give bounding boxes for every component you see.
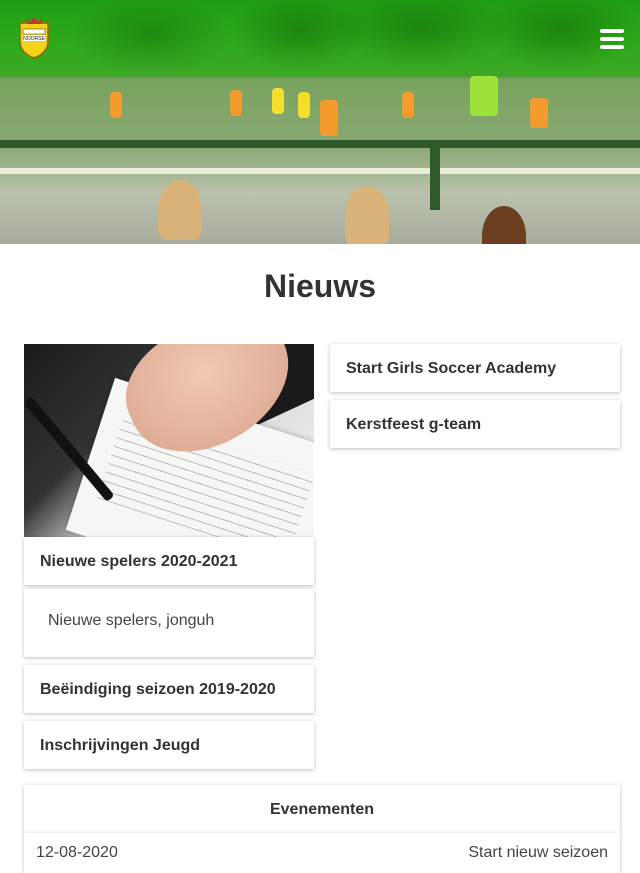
news-title[interactable]: Start Girls Soccer Academy — [346, 360, 556, 378]
news-card-girls-soccer-academy[interactable]: Start Girls Soccer Academy — [330, 344, 620, 392]
news-card-nieuwe-spelers[interactable]: Nieuwe spelers 2020-2021 — [24, 537, 314, 585]
hero-banner: NOORSE — [0, 0, 640, 244]
news-card-inschrijvingen-jeugd[interactable]: Inschrijvingen Jeugd — [24, 721, 314, 769]
player — [530, 98, 548, 128]
hero-fence — [0, 140, 640, 148]
news-excerpt: Nieuwe spelers, jonguh — [48, 612, 215, 629]
hero-trees — [0, 0, 640, 80]
news-title[interactable]: Inschrijvingen Jeugd — [40, 737, 200, 755]
news-title[interactable]: Beëindiging seizoen 2019-2020 — [40, 681, 276, 699]
page-title: Nieuws — [263, 268, 377, 304]
player — [110, 92, 122, 118]
events-title: Evenementen — [269, 801, 375, 818]
news-title[interactable]: Kerstfeest g-team — [346, 416, 481, 434]
events-panel-header: Evenementen — [24, 785, 620, 833]
hamburger-menu-icon[interactable] — [600, 29, 624, 51]
player — [230, 90, 242, 116]
news-card-beeindiging-seizoen[interactable]: Beëindiging seizoen 2019-2020 — [24, 665, 314, 713]
hero-fence-rail — [0, 168, 640, 174]
player — [320, 100, 338, 136]
news-title[interactable]: Nieuwe spelers 2020-2021 — [40, 553, 237, 571]
news-excerpt-card: Nieuwe spelers, jonguh — [24, 589, 314, 657]
event-name[interactable]: Start nieuw seizoen — [468, 844, 608, 862]
event-date: 12-08-2020 — [36, 844, 118, 861]
event-row[interactable]: 12-08-2020 Start nieuw seizoen — [24, 833, 620, 873]
player — [402, 92, 414, 118]
logo-text: NOORSE — [23, 36, 45, 42]
spectator-head — [345, 186, 389, 244]
player — [470, 76, 498, 116]
spectator-head — [158, 180, 202, 240]
hero-fence-post — [430, 140, 440, 210]
player — [272, 88, 284, 114]
player — [298, 92, 310, 118]
news-card-kerstfeest-g-team[interactable]: Kerstfeest g-team — [330, 400, 620, 448]
club-logo[interactable]: NOORSE — [14, 15, 54, 59]
news-image[interactable] — [24, 344, 314, 537]
